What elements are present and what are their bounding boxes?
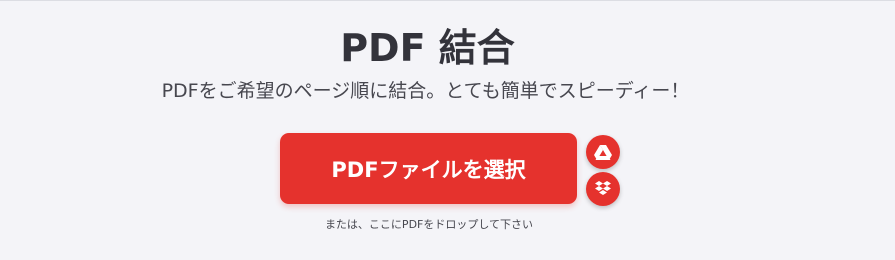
page-title: PDF 結合 xyxy=(340,26,515,70)
drop-hint: または、ここにPDFをドロップして下さい xyxy=(324,218,534,231)
select-pdf-file-button[interactable]: PDFファイルを選択 xyxy=(280,133,577,204)
dropbox-button[interactable] xyxy=(586,172,620,206)
dropbox-icon xyxy=(594,180,612,198)
google-drive-icon xyxy=(594,144,612,160)
top-divider xyxy=(0,0,895,1)
page-subtitle: PDFをご希望のページ順に結合。とても簡単でスピーディー！ xyxy=(161,80,690,102)
google-drive-button[interactable] xyxy=(586,135,620,169)
